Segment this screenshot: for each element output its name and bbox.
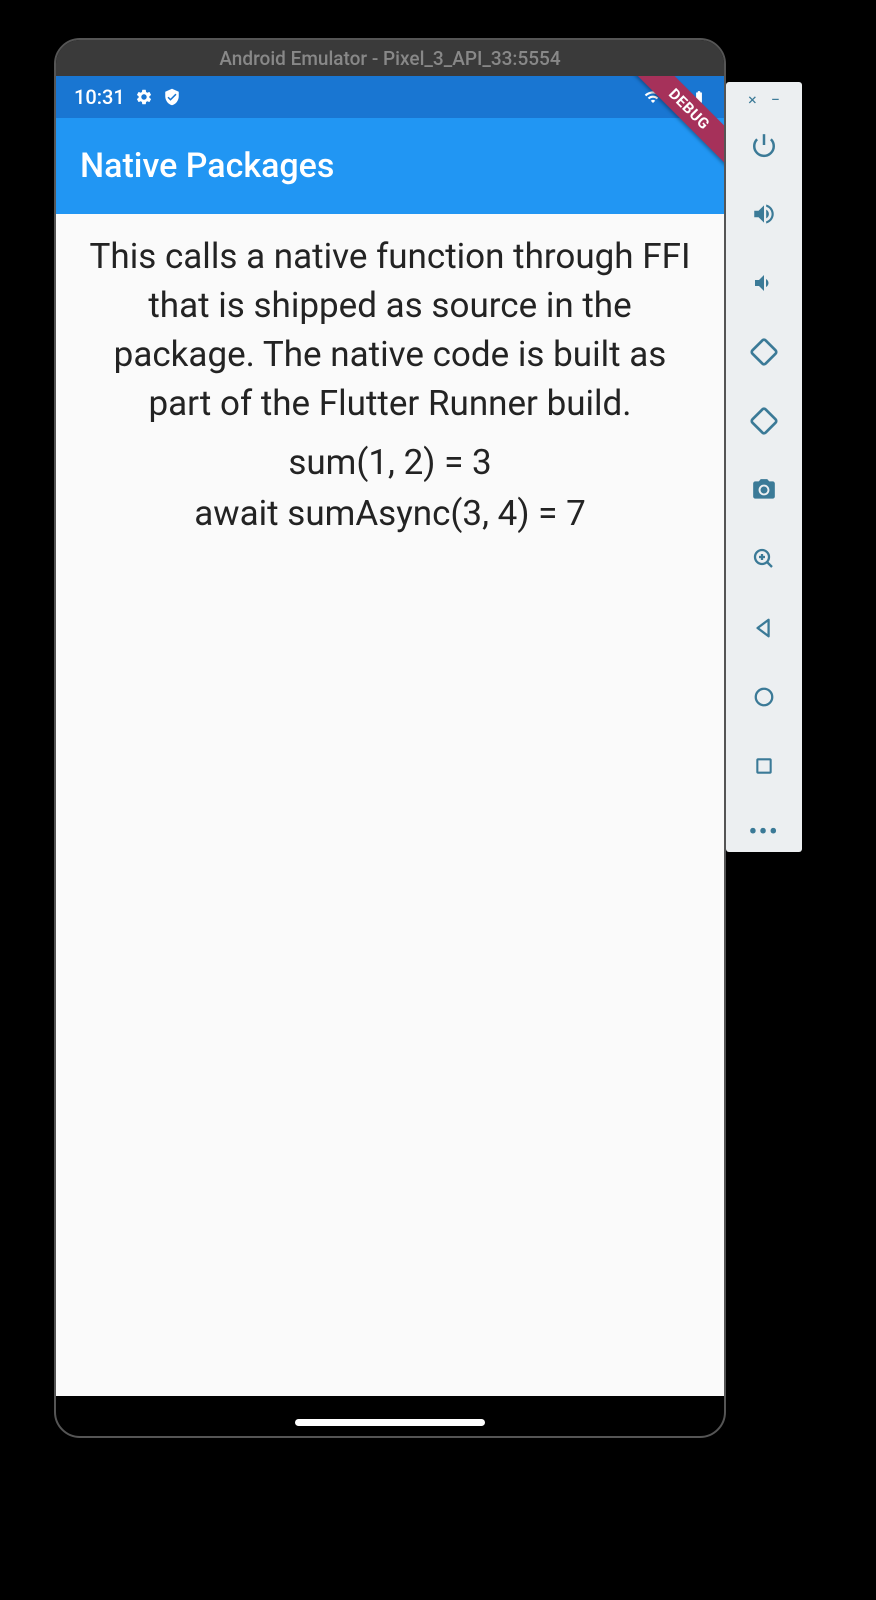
- status-left: 10:31: [74, 85, 181, 109]
- rotate-left-button[interactable]: [748, 336, 780, 368]
- close-button[interactable]: ×: [748, 90, 757, 109]
- emulator-toolbar: × − •••: [726, 82, 802, 852]
- nav-handle[interactable]: [295, 1419, 485, 1426]
- back-button[interactable]: [748, 612, 780, 644]
- emulator-frame: Android Emulator - Pixel_3_API_33:5554 D…: [54, 38, 726, 1438]
- toolbar-window-controls: × −: [726, 90, 802, 109]
- content-description: This calls a native function through FFI…: [80, 232, 700, 428]
- screenshot-button[interactable]: [748, 474, 780, 506]
- overview-button[interactable]: [748, 750, 780, 782]
- minimize-button[interactable]: −: [771, 90, 780, 109]
- battery-icon: [692, 86, 706, 108]
- app-bar: Native Packages: [56, 118, 724, 214]
- wifi-icon: [642, 88, 664, 106]
- volume-down-button[interactable]: [748, 267, 780, 299]
- result-sum-async: await sumAsync(3, 4) = 7: [80, 493, 700, 534]
- status-time: 10:31: [74, 85, 125, 109]
- emulator-titlebar: Android Emulator - Pixel_3_API_33:5554: [56, 40, 724, 76]
- emulator-title: Android Emulator - Pixel_3_API_33:5554: [219, 47, 560, 70]
- status-right: [642, 86, 706, 108]
- signal-icon: [668, 88, 688, 106]
- app-content: This calls a native function through FFI…: [56, 214, 724, 562]
- zoom-button[interactable]: [748, 543, 780, 575]
- result-sum: sum(1, 2) = 3: [80, 442, 700, 483]
- power-button[interactable]: [748, 129, 780, 161]
- volume-up-button[interactable]: [748, 198, 780, 230]
- home-button[interactable]: [748, 681, 780, 713]
- status-bar: 10:31: [56, 76, 724, 118]
- device-screen: DEBUG 10:31: [56, 76, 724, 1396]
- page-title: Native Packages: [80, 146, 334, 186]
- more-button[interactable]: •••: [749, 820, 779, 845]
- rotate-right-button[interactable]: [748, 405, 780, 437]
- gear-icon: [135, 88, 153, 106]
- shield-icon: [163, 87, 181, 107]
